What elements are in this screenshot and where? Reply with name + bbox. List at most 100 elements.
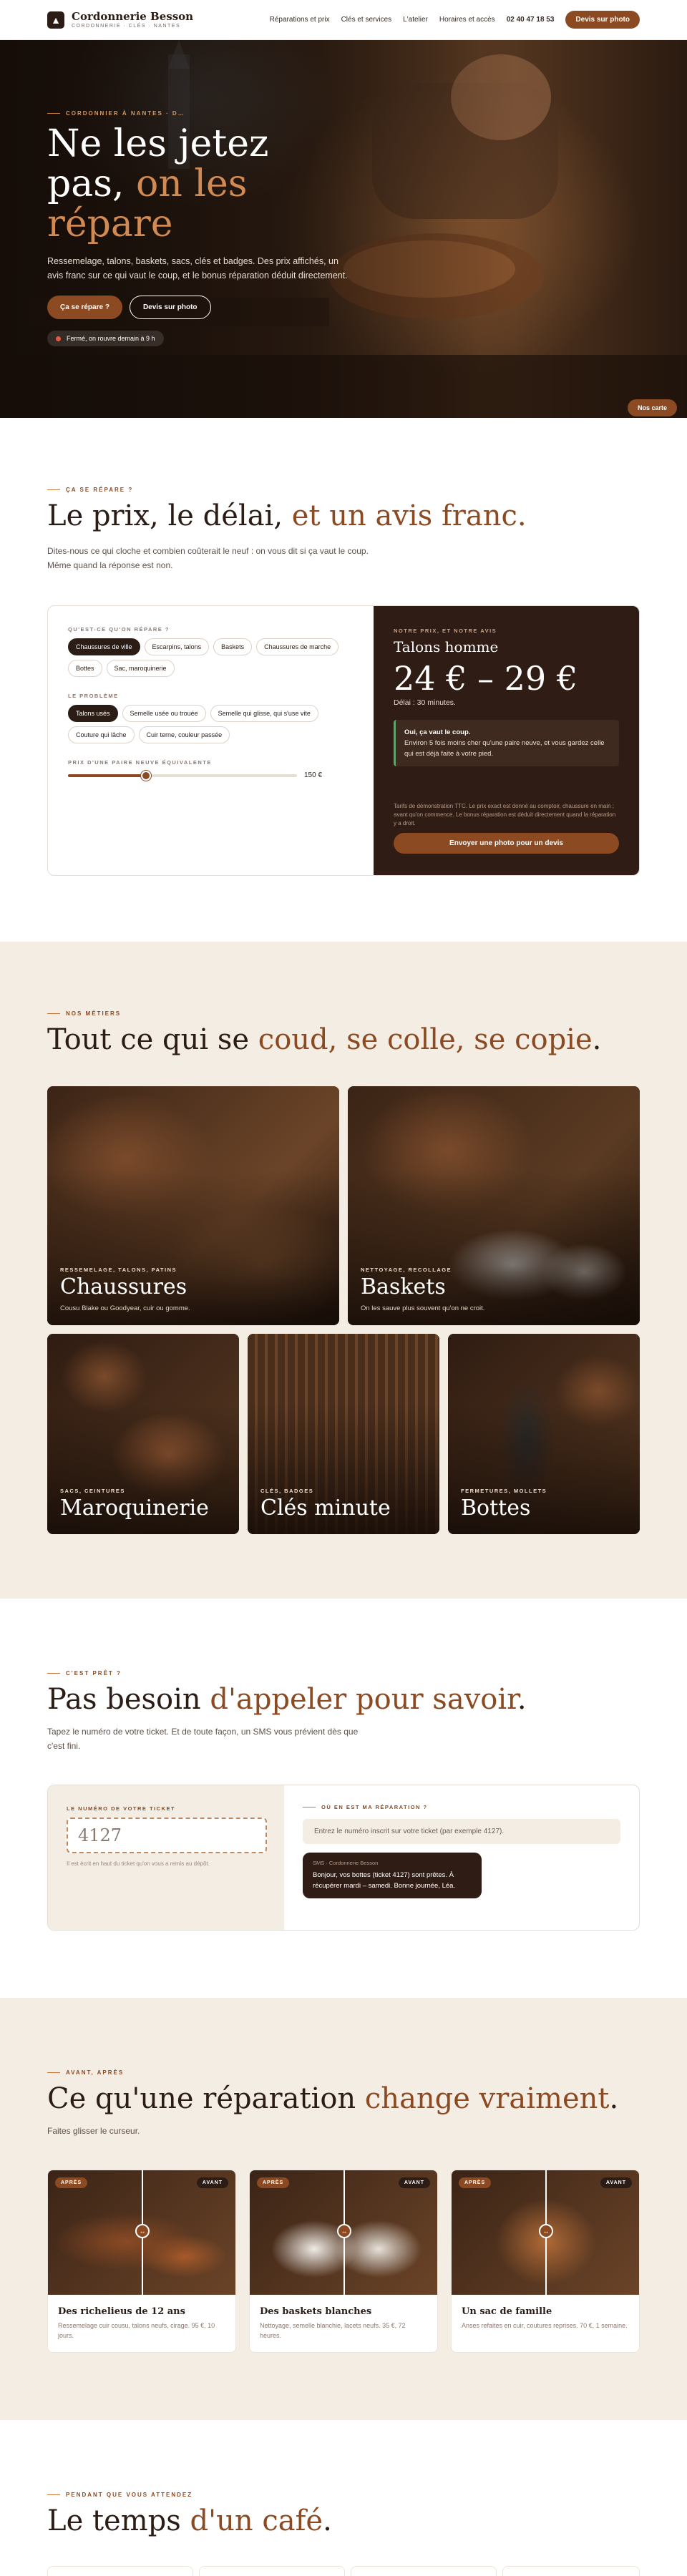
opening-status-badge: Fermé, on rouvre demain à 9 h xyxy=(47,331,164,346)
sms-text: Bonjour, vos bottes (ticket 4127) sont p… xyxy=(313,1871,456,1890)
before-badge: AVANT xyxy=(600,2177,632,2188)
site-header: ▲ Cordonnerie Besson CORDONNERIE · CLÉS … xyxy=(0,0,687,40)
before-after-section: AVANT, APRÈS Ce qu'une réparation change… xyxy=(0,1998,687,2420)
nav-item-atelier[interactable]: L'atelier xyxy=(403,16,428,24)
coffee-kicker: PENDANT QUE VOUS ATTENDEZ xyxy=(47,2492,193,2498)
before-after-lead: Faites glisser le curseur. xyxy=(47,2126,140,2136)
boot-logo-icon[interactable]: ▲ xyxy=(47,11,64,29)
service-card-bottes[interactable]: FERMETURES, MOLLETS Bottes xyxy=(448,1334,640,1534)
repair-estimator: QU'EST-CE QU'ON RÉPARE ? Chaussures de v… xyxy=(47,605,640,876)
comparison-desc: Ressemelage cuir cousu, talons neufs, ci… xyxy=(58,2322,215,2339)
problem-option[interactable]: Talons usés xyxy=(68,705,118,722)
price-question: PRIX D'UNE PAIRE NEUVE ÉQUIVALENTE xyxy=(68,759,212,766)
new-price-slider[interactable] xyxy=(68,770,297,781)
brand-tagline: CORDONNERIE · CLÉS · NANTES xyxy=(72,24,181,29)
hero: CORDONNIER À NANTES · D… Ne les jetez pa… xyxy=(0,40,687,418)
comparison-card: APRÈS AVANT ↔ Un sac de famille Anses re… xyxy=(451,2170,640,2353)
nav-item-horaires[interactable]: Horaires et accès xyxy=(439,16,495,24)
service-card-baskets[interactable]: NETTOYAGE, RECOLLAGE Baskets On les sauv… xyxy=(348,1086,640,1325)
before-after-kicker: AVANT, APRÈS xyxy=(47,2069,124,2076)
comparison-desc: Nettoyage, semelle blanchie, lacets neuf… xyxy=(260,2322,406,2339)
main-nav: Réparations et prix Clés et services L'a… xyxy=(270,11,640,29)
object-options: Chaussures de ville Escarpins, talons Ba… xyxy=(68,638,354,677)
card-title: Maroquinerie xyxy=(60,1496,209,1521)
brand[interactable]: Cordonnerie Besson CORDONNERIE · CLÉS · … xyxy=(72,11,193,29)
object-option[interactable]: Sac, maroquinerie xyxy=(106,660,175,677)
pricing-note: Tarifs de démonstration TTC. Le prix exa… xyxy=(394,803,616,826)
ticket-lead: Tapez le numéro de votre ticket. Et de t… xyxy=(47,1727,359,1751)
service-card-maroquinerie[interactable]: SACS, CEINTURES Maroquinerie xyxy=(47,1334,239,1534)
comparison-desc: Anses refaites en cuir, coutures reprise… xyxy=(462,2322,628,2329)
coffee-card[interactable] xyxy=(502,2566,640,2576)
estimate-price: 24 € – 29 € xyxy=(394,659,578,698)
after-badge: APRÈS xyxy=(257,2177,290,2188)
object-option[interactable]: Bottes xyxy=(68,660,102,677)
comparison-card: APRÈS AVANT ↔ Des richelieus de 12 ans R… xyxy=(47,2170,236,2353)
problem-options: Talons usés Semelle usée ou trouée Semel… xyxy=(68,705,354,743)
before-badge: AVANT xyxy=(398,2177,430,2188)
coffee-card[interactable] xyxy=(199,2566,345,2576)
object-option[interactable]: Baskets xyxy=(213,638,253,655)
object-option[interactable]: Escarpins, talons xyxy=(144,638,210,655)
sms-preview: SMS · Cordonnerie Besson Bonjour, vos bo… xyxy=(303,1853,482,1898)
estimate-kicker: NOTRE PRIX, ET NOTRE AVIS xyxy=(394,628,497,634)
status-dot-icon xyxy=(56,336,61,341)
repair-check-button[interactable]: Ça se répare ? xyxy=(47,296,122,319)
slider-handle[interactable] xyxy=(140,770,151,781)
header-quote-button[interactable]: Devis sur photo xyxy=(565,11,640,29)
map-button[interactable]: Nos carte xyxy=(627,399,677,416)
problem-option[interactable]: Couture qui lâche xyxy=(68,726,135,743)
object-option[interactable]: Chaussures de ville xyxy=(68,638,140,655)
card-title: Clés minute xyxy=(260,1496,391,1521)
comparison-slider-handle[interactable]: ↔ xyxy=(337,2224,351,2238)
hero-content: CORDONNIER À NANTES · D… Ne les jetez pa… xyxy=(47,110,376,346)
service-card-chaussures[interactable]: RESSEMELAGE, TALONS, PATINS Chaussures C… xyxy=(47,1086,339,1325)
card-title: Bottes xyxy=(461,1496,531,1521)
phone-link[interactable]: 02 40 47 18 53 xyxy=(507,16,555,24)
status-info: Entrez le numéro inscrit sur votre ticke… xyxy=(303,1819,620,1844)
problem-option[interactable]: Semelle usée ou trouée xyxy=(122,705,206,722)
verdict-box: Oui, ça vaut le coup. Environ 5 fois moi… xyxy=(394,720,619,766)
comparison-card: APRÈS AVANT ↔ Des baskets blanches Netto… xyxy=(249,2170,438,2353)
card-kicker: RESSEMELAGE, TALONS, PATINS xyxy=(60,1267,177,1273)
before-badge: AVANT xyxy=(196,2177,228,2188)
hero-kicker: CORDONNIER À NANTES · D… xyxy=(47,110,376,117)
before-after-title: Ce qu'une réparation change vraiment. xyxy=(47,2082,619,2115)
service-card-cles[interactable]: CLÉS, BADGES Clés minute xyxy=(248,1334,439,1534)
estimate-delay: Délai : 30 minutes. xyxy=(394,698,456,707)
sms-sender: SMS · Cordonnerie Besson xyxy=(313,1860,379,1866)
object-question: QU'EST-CE QU'ON RÉPARE ? xyxy=(68,626,170,633)
nav-item-cles[interactable]: Clés et services xyxy=(341,16,392,24)
ticket-hint: Il est écrit en haut du ticket qu'on vou… xyxy=(67,1860,210,1867)
card-desc: On les sauve plus souvent qu'on ne croit… xyxy=(361,1304,485,1312)
nav-item-reparations[interactable]: Réparations et prix xyxy=(270,16,330,24)
comparison-slider-handle[interactable]: ↔ xyxy=(135,2224,150,2238)
after-badge: APRÈS xyxy=(55,2177,88,2188)
status-question: OÙ EN EST MA RÉPARATION ? xyxy=(303,1804,620,1810)
object-option[interactable]: Chaussures de marche xyxy=(256,638,339,655)
ticket-kicker: C'EST PRÊT ? xyxy=(47,1670,122,1677)
photo-quote-button[interactable]: Devis sur photo xyxy=(129,296,211,319)
card-kicker: NETTOYAGE, RECOLLAGE xyxy=(361,1267,452,1273)
problem-option[interactable]: Cuir terne, couleur passée xyxy=(138,726,230,743)
estimate-panel: NOTRE PRIX, ET NOTRE AVIS Talons homme 2… xyxy=(374,606,639,875)
coffee-card[interactable] xyxy=(351,2566,497,2576)
pricing-lead: Dites-nous ce qui cloche et combien coût… xyxy=(47,546,369,570)
hero-description: Ressemelage, talons, baskets, sacs, clés… xyxy=(47,256,348,280)
new-price-value: 150 € xyxy=(304,771,323,779)
verdict-title: Oui, ça vaut le coup. xyxy=(404,728,471,736)
ticket-label: LE NUMÉRO DE VOTRE TICKET xyxy=(67,1805,176,1812)
hero-title: Ne les jetez pas, on les répare xyxy=(47,122,269,245)
card-kicker: FERMETURES, MOLLETS xyxy=(461,1488,547,1494)
problem-option[interactable]: Semelle qui glisse, qui s'use vite xyxy=(210,705,318,722)
comparison-slider-handle[interactable]: ↔ xyxy=(539,2224,553,2238)
problem-question: LE PROBLÈME xyxy=(68,693,119,699)
services-kicker: NOS MÉTIERS xyxy=(47,1010,121,1017)
send-photo-button[interactable]: Envoyer une photo pour un devis xyxy=(394,833,619,854)
ticket-number-input[interactable]: 4127 xyxy=(67,1818,267,1853)
coffee-card[interactable] xyxy=(47,2566,193,2576)
ticket-title: Pas besoin d'appeler pour savoir. xyxy=(47,1683,527,1716)
card-title: Chaussures xyxy=(60,1274,187,1299)
card-kicker: CLÉS, BADGES xyxy=(260,1488,314,1494)
card-title: Baskets xyxy=(361,1274,446,1299)
